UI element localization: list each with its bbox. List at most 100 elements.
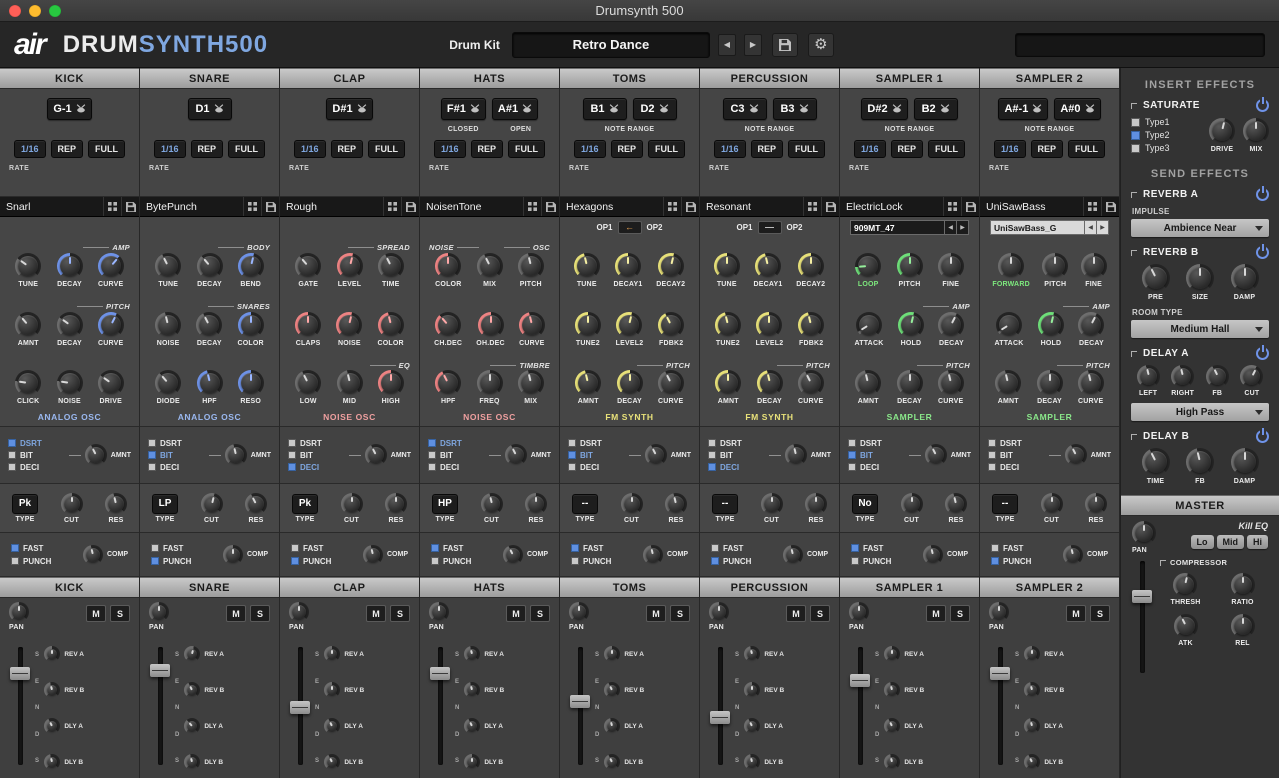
kill-eq-hi-button[interactable]: Hi [1247, 535, 1268, 549]
delay-b-power-icon[interactable] [1256, 430, 1269, 443]
dist-option-dsrt[interactable]: DSRT [8, 439, 65, 448]
filter-type-button[interactable]: -- [572, 494, 598, 514]
fast-toggle[interactable]: FAST [571, 544, 611, 553]
knob-curve[interactable] [98, 253, 124, 279]
note-button[interactable]: D#1 [326, 98, 372, 120]
knob-curve[interactable] [519, 312, 545, 338]
pan-knob[interactable] [989, 602, 1009, 622]
knob-fdbk2[interactable] [658, 312, 684, 338]
punch-toggle[interactable]: PUNCH [851, 557, 891, 566]
rate-value-button[interactable]: 1/16 [154, 140, 186, 158]
knob-size[interactable] [1186, 264, 1214, 292]
comp-knob[interactable] [83, 545, 103, 565]
knob-right[interactable] [1171, 365, 1194, 388]
knob-noise[interactable] [155, 312, 181, 338]
knob-tune2[interactable] [575, 312, 601, 338]
knob-res[interactable] [245, 493, 267, 515]
knob-click[interactable] [15, 370, 41, 396]
preset-random-button[interactable] [103, 197, 121, 216]
saturate-type-2[interactable]: Type2 [1131, 130, 1203, 140]
knob-color[interactable] [378, 312, 404, 338]
kit-prev-button[interactable]: ◀ [718, 34, 736, 56]
pan-knob[interactable] [849, 602, 869, 622]
knob-freq[interactable] [477, 370, 503, 396]
dist-amount-knob[interactable] [1065, 444, 1087, 466]
comp-knob[interactable] [503, 545, 523, 565]
knob-decay[interactable] [1037, 370, 1063, 396]
master-fader[interactable] [1132, 558, 1152, 676]
send-knob[interactable] [44, 718, 60, 734]
knob-curve[interactable] [658, 370, 684, 396]
knob-high[interactable] [378, 370, 404, 396]
fast-toggle[interactable]: FAST [851, 544, 891, 553]
delay-filter-dropdown[interactable]: High Pass [1131, 403, 1269, 421]
knob-cut[interactable] [201, 493, 223, 515]
send-knob[interactable] [744, 754, 760, 770]
fader-handle[interactable] [570, 695, 590, 708]
knob-pitch[interactable] [1042, 253, 1068, 279]
knob-res[interactable] [665, 493, 687, 515]
knob-res[interactable] [385, 493, 407, 515]
preset-save-button[interactable] [961, 197, 979, 216]
dist-option-dsrt[interactable]: DSRT [288, 439, 345, 448]
full-button[interactable]: FULL [788, 140, 825, 158]
header-text-field[interactable] [1015, 33, 1265, 57]
knob-res[interactable] [945, 493, 967, 515]
knob-amnt[interactable] [995, 370, 1021, 396]
knob-mid[interactable] [337, 370, 363, 396]
dist-option-deci[interactable]: DECI [988, 463, 1045, 472]
fast-toggle[interactable]: FAST [991, 544, 1031, 553]
knob-reso[interactable] [238, 370, 264, 396]
fast-toggle[interactable]: FAST [151, 544, 191, 553]
send-knob[interactable] [464, 646, 480, 662]
dist-option-bit[interactable]: BIT [848, 451, 905, 460]
knob-cut[interactable] [1041, 493, 1063, 515]
fast-toggle[interactable]: FAST [11, 544, 51, 553]
filter-type-button[interactable]: HP [432, 494, 458, 514]
punch-toggle[interactable]: PUNCH [11, 557, 51, 566]
knob-forward[interactable] [998, 253, 1024, 279]
knob-amnt[interactable] [715, 370, 741, 396]
full-button[interactable]: FULL [648, 140, 685, 158]
full-button[interactable]: FULL [1068, 140, 1105, 158]
rep-button[interactable]: REP [331, 140, 364, 158]
note-button[interactable]: G-1 [47, 98, 91, 120]
send-knob[interactable] [744, 682, 760, 698]
kit-selector[interactable]: Retro Dance [512, 32, 710, 58]
send-knob[interactable] [324, 682, 340, 698]
knob-ratio[interactable] [1231, 573, 1255, 597]
knob-level2[interactable] [756, 312, 782, 338]
note-button[interactable]: F#1 [441, 98, 486, 120]
knob-hold[interactable] [1038, 312, 1064, 338]
fader-handle[interactable] [430, 667, 450, 680]
knob-decay2[interactable] [658, 253, 684, 279]
preset-save-button[interactable] [541, 197, 559, 216]
note-button[interactable]: D1 [188, 98, 232, 120]
mute-button[interactable]: M [786, 605, 806, 622]
mute-button[interactable]: M [506, 605, 526, 622]
volume-fader[interactable] [570, 644, 590, 768]
knob-attack[interactable] [856, 312, 882, 338]
mute-button[interactable]: M [926, 605, 946, 622]
traffic-lights[interactable] [9, 5, 61, 17]
rate-value-button[interactable]: 1/16 [14, 140, 46, 158]
punch-toggle[interactable]: PUNCH [711, 557, 751, 566]
full-button[interactable]: FULL [368, 140, 405, 158]
filter-type-button[interactable]: No [852, 494, 878, 514]
knob-level2[interactable] [616, 312, 642, 338]
preset-name[interactable]: UniSawBass [980, 197, 1083, 216]
knob-res[interactable] [105, 493, 127, 515]
knob-res[interactable] [525, 493, 547, 515]
fader-handle[interactable] [850, 674, 870, 687]
punch-toggle[interactable]: PUNCH [151, 557, 191, 566]
fast-toggle[interactable]: FAST [291, 544, 331, 553]
knob-curve[interactable] [98, 312, 124, 338]
fader-handle[interactable] [710, 711, 730, 724]
send-knob[interactable] [1024, 682, 1040, 698]
send-knob[interactable] [464, 754, 480, 770]
solo-button[interactable]: S [110, 605, 130, 622]
knob-ch-dec[interactable] [435, 312, 461, 338]
pan-knob[interactable] [289, 602, 309, 622]
delay-a-power-icon[interactable] [1256, 347, 1269, 360]
fader-handle[interactable] [290, 701, 310, 714]
